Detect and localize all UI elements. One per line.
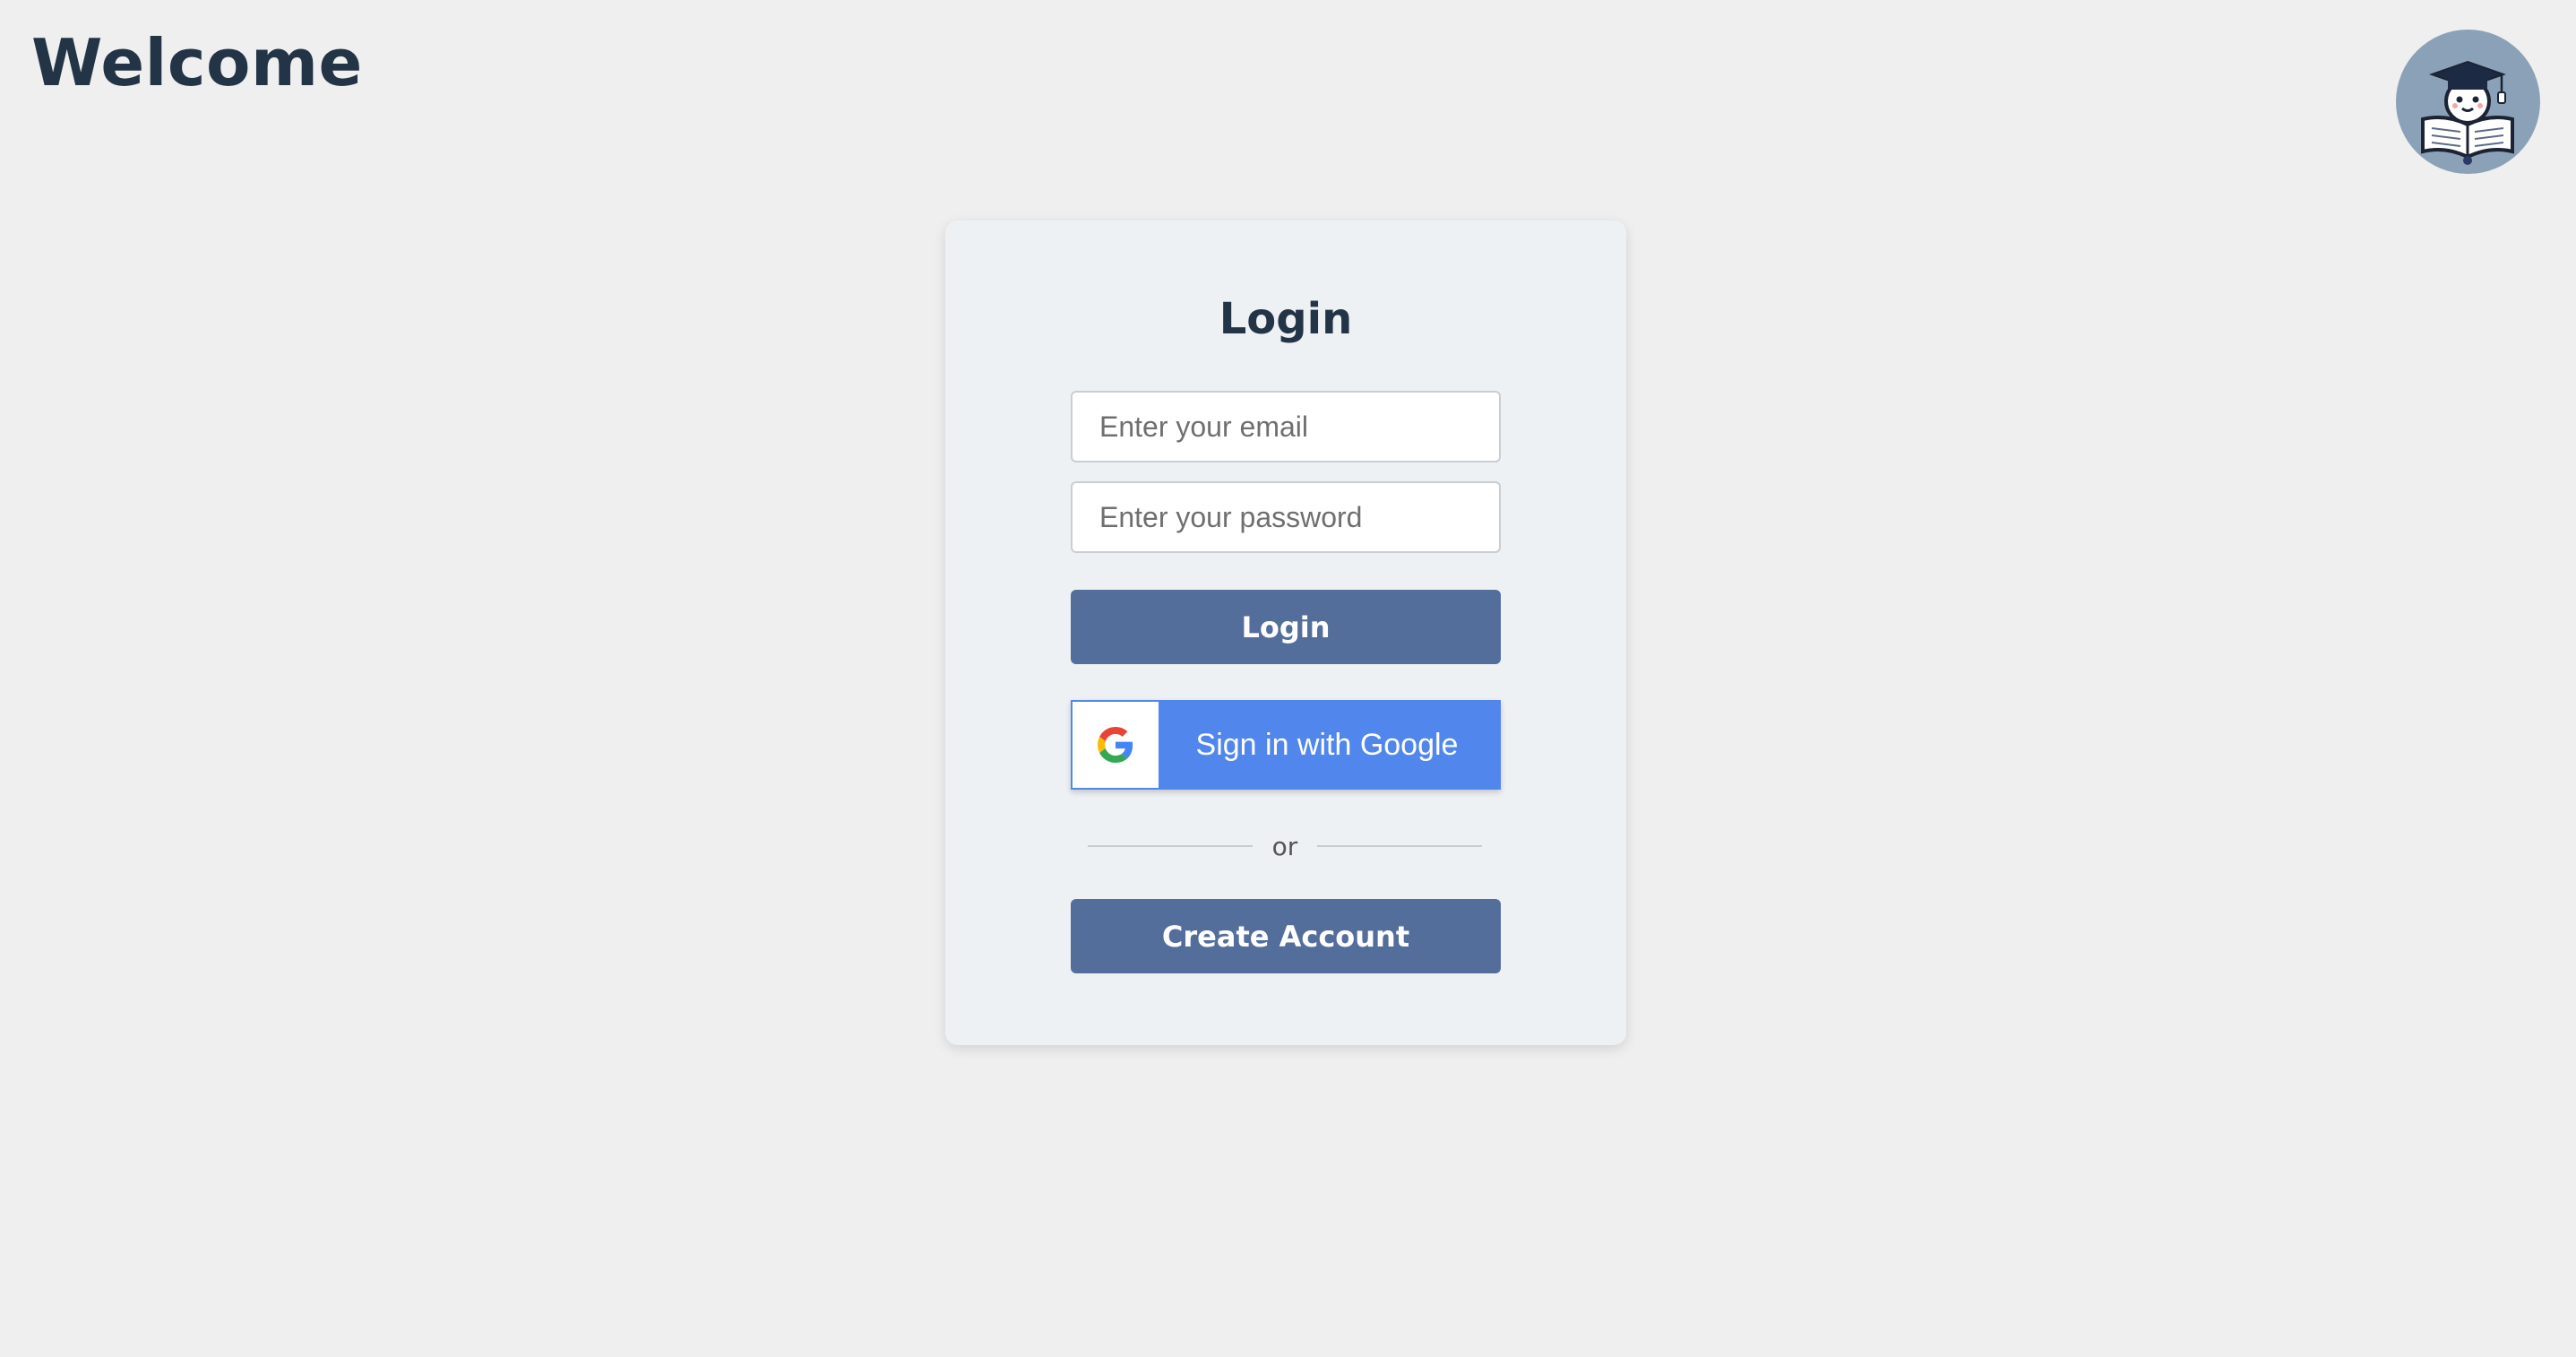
graduate-reading-book-icon [2421, 60, 2514, 165]
divider-line-right [1317, 845, 1482, 847]
divider-line-left [1088, 845, 1253, 847]
page-title: Welcome [31, 25, 363, 100]
divider-text: or [1271, 831, 1298, 861]
google-sign-in-label: Sign in with Google [1195, 727, 1459, 762]
password-field[interactable] [1071, 481, 1501, 553]
email-field[interactable] [1071, 391, 1501, 462]
google-logo-box [1073, 702, 1159, 788]
login-page: Welcome Login Enter your email Login Sig… [0, 0, 2576, 1357]
create-account-button[interactable]: Create Account [1071, 899, 1501, 973]
google-sign-in-button[interactable]: Sign in with Google [1071, 700, 1501, 790]
login-heading: Login [1219, 294, 1353, 344]
google-g-icon [1098, 727, 1133, 763]
login-button[interactable]: Login [1071, 590, 1501, 664]
avatar[interactable] [2396, 30, 2540, 174]
or-divider: or [1088, 826, 1482, 866]
